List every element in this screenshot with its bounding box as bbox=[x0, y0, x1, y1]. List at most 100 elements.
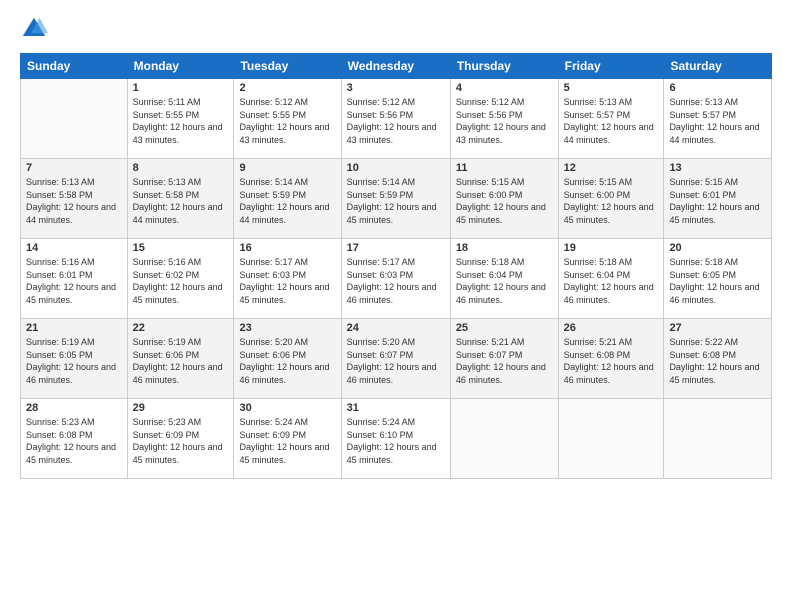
calendar-cell: 31Sunrise: 5:24 AM Sunset: 6:10 PM Dayli… bbox=[341, 399, 450, 479]
cell-info: Sunrise: 5:12 AM Sunset: 5:56 PM Dayligh… bbox=[347, 96, 445, 146]
logo-icon bbox=[20, 15, 48, 43]
day-number: 27 bbox=[669, 322, 766, 334]
day-number: 18 bbox=[456, 242, 553, 254]
calendar-week-row: 14 Sunrise: 5:16 AM Sunset: 6:01 PM Dayli… bbox=[21, 239, 772, 319]
day-number: 20 bbox=[669, 242, 766, 254]
cell-info: Sunrise: 5:20 AM Sunset: 6:07 PM Dayligh… bbox=[347, 336, 445, 386]
calendar-week-row: 28 Sunrise: 5:23 AM Sunset: 6:08 PM Dayli… bbox=[21, 399, 772, 479]
calendar-cell: 20 Sunrise: 5:18 AM Sunset: 6:05 PM Dayli… bbox=[664, 239, 772, 319]
calendar-cell: 21Sunrise: 5:19 AM Sunset: 6:05 PM Dayli… bbox=[21, 319, 128, 399]
calendar-cell: 13 Sunrise: 5:15 AM Sunset: 6:01 PM Dayli… bbox=[664, 159, 772, 239]
calendar-cell bbox=[558, 399, 664, 479]
cell-info: Sunrise: 5:12 AM Sunset: 5:55 PM Dayligh… bbox=[239, 96, 335, 146]
cell-info: Sunrise: 5:15 AM Sunset: 6:00 PM Dayligh… bbox=[564, 176, 659, 226]
cell-info: Sunrise: 5:23 AM Sunset: 6:08 PM Dayligh… bbox=[26, 416, 122, 466]
day-number: 13 bbox=[669, 162, 766, 174]
calendar-cell: 26 Sunrise: 5:21 AM Sunset: 6:08 PM Dayli… bbox=[558, 319, 664, 399]
calendar-cell: 19 Sunrise: 5:18 AM Sunset: 6:04 PM Dayli… bbox=[558, 239, 664, 319]
cell-info: Sunrise: 5:21 AM Sunset: 6:07 PM Dayligh… bbox=[456, 336, 553, 386]
cell-info: Sunrise: 5:18 AM Sunset: 6:04 PM Dayligh… bbox=[456, 256, 553, 306]
cell-info: Sunrise: 5:24 AM Sunset: 6:09 PM Dayligh… bbox=[239, 416, 335, 466]
cell-info: Sunrise: 5:13 AM Sunset: 5:57 PM Dayligh… bbox=[669, 96, 766, 146]
day-number: 9 bbox=[239, 162, 335, 174]
calendar-cell: 11 Sunrise: 5:15 AM Sunset: 6:00 PM Dayli… bbox=[450, 159, 558, 239]
day-number: 2 bbox=[239, 82, 335, 94]
calendar-cell: 6 Sunrise: 5:13 AM Sunset: 5:57 PM Daylig… bbox=[664, 79, 772, 159]
weekday-header-monday: Monday bbox=[127, 54, 234, 79]
calendar-cell: 12 Sunrise: 5:15 AM Sunset: 6:00 PM Dayli… bbox=[558, 159, 664, 239]
calendar-cell: 30Sunrise: 5:24 AM Sunset: 6:09 PM Dayli… bbox=[234, 399, 341, 479]
day-number: 19 bbox=[564, 242, 659, 254]
cell-info: Sunrise: 5:14 AM Sunset: 5:59 PM Dayligh… bbox=[347, 176, 445, 226]
cell-info: Sunrise: 5:23 AM Sunset: 6:09 PM Dayligh… bbox=[133, 416, 229, 466]
cell-info: Sunrise: 5:15 AM Sunset: 6:01 PM Dayligh… bbox=[669, 176, 766, 226]
calendar-week-row: 7 Sunrise: 5:13 AM Sunset: 5:58 PM Daylig… bbox=[21, 159, 772, 239]
page: SundayMondayTuesdayWednesdayThursdayFrid… bbox=[0, 0, 792, 612]
header bbox=[20, 15, 772, 43]
calendar-week-row: 21Sunrise: 5:19 AM Sunset: 6:05 PM Dayli… bbox=[21, 319, 772, 399]
calendar-cell: 10Sunrise: 5:14 AM Sunset: 5:59 PM Dayli… bbox=[341, 159, 450, 239]
day-number: 22 bbox=[133, 322, 229, 334]
day-number: 24 bbox=[347, 322, 445, 334]
cell-info: Sunrise: 5:17 AM Sunset: 6:03 PM Dayligh… bbox=[239, 256, 335, 306]
weekday-header-saturday: Saturday bbox=[664, 54, 772, 79]
calendar-cell bbox=[21, 79, 128, 159]
day-number: 1 bbox=[133, 82, 229, 94]
cell-info: Sunrise: 5:12 AM Sunset: 5:56 PM Dayligh… bbox=[456, 96, 553, 146]
cell-info: Sunrise: 5:16 AM Sunset: 6:01 PM Dayligh… bbox=[26, 256, 122, 306]
day-number: 23 bbox=[239, 322, 335, 334]
day-number: 16 bbox=[239, 242, 335, 254]
cell-info: Sunrise: 5:22 AM Sunset: 6:08 PM Dayligh… bbox=[669, 336, 766, 386]
weekday-header-sunday: Sunday bbox=[21, 54, 128, 79]
calendar-cell: 18 Sunrise: 5:18 AM Sunset: 6:04 PM Dayli… bbox=[450, 239, 558, 319]
cell-info: Sunrise: 5:13 AM Sunset: 5:58 PM Dayligh… bbox=[133, 176, 229, 226]
logo bbox=[20, 15, 52, 43]
calendar-cell: 22Sunrise: 5:19 AM Sunset: 6:06 PM Dayli… bbox=[127, 319, 234, 399]
calendar-cell: 4 Sunrise: 5:12 AM Sunset: 5:56 PM Daylig… bbox=[450, 79, 558, 159]
calendar-week-row: 1 Sunrise: 5:11 AM Sunset: 5:55 PM Daylig… bbox=[21, 79, 772, 159]
day-number: 15 bbox=[133, 242, 229, 254]
day-number: 6 bbox=[669, 82, 766, 94]
day-number: 29 bbox=[133, 402, 229, 414]
calendar-cell: 14 Sunrise: 5:16 AM Sunset: 6:01 PM Dayli… bbox=[21, 239, 128, 319]
calendar-cell: 9 Sunrise: 5:14 AM Sunset: 5:59 PM Daylig… bbox=[234, 159, 341, 239]
calendar-cell bbox=[450, 399, 558, 479]
weekday-header-thursday: Thursday bbox=[450, 54, 558, 79]
calendar-cell: 25Sunrise: 5:21 AM Sunset: 6:07 PM Dayli… bbox=[450, 319, 558, 399]
calendar-cell bbox=[664, 399, 772, 479]
day-number: 8 bbox=[133, 162, 229, 174]
calendar-cell: 29 Sunrise: 5:23 AM Sunset: 6:09 PM Dayli… bbox=[127, 399, 234, 479]
cell-info: Sunrise: 5:13 AM Sunset: 5:58 PM Dayligh… bbox=[26, 176, 122, 226]
calendar-cell: 5 Sunrise: 5:13 AM Sunset: 5:57 PM Daylig… bbox=[558, 79, 664, 159]
calendar-table: SundayMondayTuesdayWednesdayThursdayFrid… bbox=[20, 53, 772, 479]
cell-info: Sunrise: 5:21 AM Sunset: 6:08 PM Dayligh… bbox=[564, 336, 659, 386]
calendar-cell: 3 Sunrise: 5:12 AM Sunset: 5:56 PM Daylig… bbox=[341, 79, 450, 159]
calendar-cell: 7 Sunrise: 5:13 AM Sunset: 5:58 PM Daylig… bbox=[21, 159, 128, 239]
calendar-cell: 17 Sunrise: 5:17 AM Sunset: 6:03 PM Dayli… bbox=[341, 239, 450, 319]
weekday-header-wednesday: Wednesday bbox=[341, 54, 450, 79]
cell-info: Sunrise: 5:14 AM Sunset: 5:59 PM Dayligh… bbox=[239, 176, 335, 226]
calendar-cell: 24 Sunrise: 5:20 AM Sunset: 6:07 PM Dayli… bbox=[341, 319, 450, 399]
day-number: 28 bbox=[26, 402, 122, 414]
cell-info: Sunrise: 5:13 AM Sunset: 5:57 PM Dayligh… bbox=[564, 96, 659, 146]
day-number: 14 bbox=[26, 242, 122, 254]
weekday-header-friday: Friday bbox=[558, 54, 664, 79]
day-number: 4 bbox=[456, 82, 553, 94]
day-number: 11 bbox=[456, 162, 553, 174]
day-number: 12 bbox=[564, 162, 659, 174]
cell-info: Sunrise: 5:16 AM Sunset: 6:02 PM Dayligh… bbox=[133, 256, 229, 306]
calendar-cell: 1 Sunrise: 5:11 AM Sunset: 5:55 PM Daylig… bbox=[127, 79, 234, 159]
cell-info: Sunrise: 5:15 AM Sunset: 6:00 PM Dayligh… bbox=[456, 176, 553, 226]
day-number: 7 bbox=[26, 162, 122, 174]
day-number: 3 bbox=[347, 82, 445, 94]
calendar-cell: 27 Sunrise: 5:22 AM Sunset: 6:08 PM Dayli… bbox=[664, 319, 772, 399]
day-number: 31 bbox=[347, 402, 445, 414]
cell-info: Sunrise: 5:17 AM Sunset: 6:03 PM Dayligh… bbox=[347, 256, 445, 306]
cell-info: Sunrise: 5:11 AM Sunset: 5:55 PM Dayligh… bbox=[133, 96, 229, 146]
day-number: 5 bbox=[564, 82, 659, 94]
day-number: 17 bbox=[347, 242, 445, 254]
cell-info: Sunrise: 5:18 AM Sunset: 6:05 PM Dayligh… bbox=[669, 256, 766, 306]
cell-info: Sunrise: 5:18 AM Sunset: 6:04 PM Dayligh… bbox=[564, 256, 659, 306]
day-number: 26 bbox=[564, 322, 659, 334]
weekday-header-tuesday: Tuesday bbox=[234, 54, 341, 79]
